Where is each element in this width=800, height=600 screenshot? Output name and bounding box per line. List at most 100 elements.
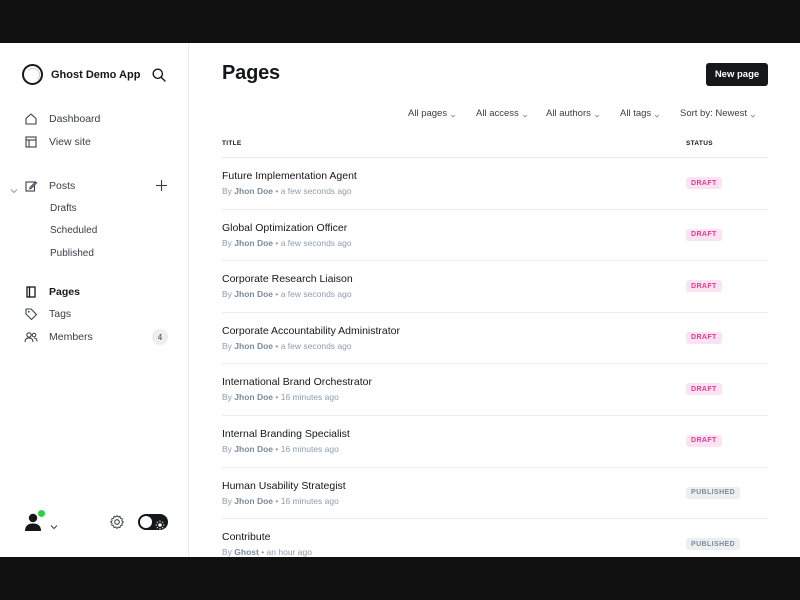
status-badge: DRAFT <box>686 383 722 396</box>
online-status-dot <box>38 510 45 517</box>
list-item[interactable]: Human Usability Strategist By Jhon Doe •… <box>222 466 768 519</box>
page-meta: By Jhon Doe • 16 minutes ago <box>222 443 339 454</box>
chevron-down-icon <box>522 111 528 118</box>
list-item[interactable]: Corporate Research Liaison By Jhon Doe •… <box>222 260 768 312</box>
page-meta: By Ghost • an hour ago <box>222 547 312 557</box>
tag-icon <box>24 307 38 321</box>
sidebar-item-label: Members <box>49 331 93 343</box>
theme-toggle[interactable] <box>138 514 168 530</box>
list-item[interactable]: Contribute By Ghost • an hour ago PUBLIS… <box>222 518 768 557</box>
filter-label: All tags <box>620 108 652 119</box>
sidebar-item-pages[interactable]: Pages <box>24 284 80 300</box>
status-badge: DRAFT <box>686 331 722 344</box>
timestamp: 16 minutes ago <box>280 392 339 403</box>
filter-bar: All pages All access All authors All tag… <box>189 108 800 120</box>
status-badge: DRAFT <box>686 280 722 293</box>
author-name: Jhon Doe <box>234 392 274 403</box>
status-badge: DRAFT <box>686 228 722 241</box>
timestamp: 16 minutes ago <box>280 443 339 454</box>
filter-authors[interactable]: All authors <box>546 108 600 119</box>
list-item[interactable]: Global Optimization Officer By Jhon Doe … <box>222 208 768 261</box>
sun-icon <box>155 517 165 530</box>
timestamp: a few seconds ago <box>280 186 352 196</box>
filter-label: Sort by: Newest <box>680 108 748 119</box>
timestamp: 16 minutes ago <box>280 495 339 506</box>
page-title-link[interactable]: Contribute <box>222 531 270 543</box>
filter-tags[interactable]: All tags <box>620 108 660 119</box>
chevron-down-icon[interactable] <box>50 518 58 530</box>
members-icon <box>24 330 38 344</box>
chevron-down-icon <box>750 111 756 118</box>
author-name: Jhon Doe <box>234 495 274 506</box>
sidebar-item-label: Posts <box>49 180 76 192</box>
page-meta: By Jhon Doe • 16 minutes ago <box>222 392 339 403</box>
page-icon <box>24 285 38 299</box>
timestamp: a few seconds ago <box>280 340 352 351</box>
timestamp: a few seconds ago <box>280 289 352 300</box>
chevron-down-icon <box>654 111 660 118</box>
plus-icon[interactable] <box>155 179 168 192</box>
main-content: Pages New page All pages All access All … <box>189 43 800 557</box>
sidebar-item-view-site[interactable]: View site <box>24 134 91 150</box>
sidebar-item-label: Dashboard <box>49 113 101 125</box>
gear-icon[interactable] <box>109 514 125 530</box>
page-meta: By Jhon Doe • a few seconds ago <box>222 340 352 351</box>
sidebar-item-tags[interactable]: Tags <box>24 306 71 322</box>
filter-type[interactable]: All pages <box>408 108 456 119</box>
author-name: Jhon Doe <box>234 340 274 351</box>
letterbox-top <box>0 0 800 43</box>
search-icon[interactable] <box>151 67 167 83</box>
page-title-link[interactable]: Internal Branding Specialist <box>222 428 350 440</box>
new-page-button[interactable]: New page <box>706 63 768 86</box>
sidebar-item-published[interactable]: Published <box>50 248 94 259</box>
page-meta: By Jhon Doe • a few seconds ago <box>222 186 352 196</box>
chevron-down-icon <box>594 111 600 118</box>
site-name: Ghost Demo App <box>51 68 141 81</box>
page-title-link[interactable]: Global Optimization Officer <box>222 222 347 234</box>
status-badge: PUBLISHED <box>686 538 741 551</box>
author-name: Jhon Doe <box>234 186 274 196</box>
page-meta: By Jhon Doe • a few seconds ago <box>222 289 352 300</box>
author-name: Jhon Doe <box>234 289 274 300</box>
page-title-link[interactable]: Corporate Research Liaison <box>222 273 353 285</box>
sidebar-item-members[interactable]: Members <box>24 329 93 345</box>
layout-icon <box>24 135 38 149</box>
brand[interactable]: Ghost Demo App <box>22 64 140 85</box>
list-item[interactable]: Future Implementation Agent By Jhon Doe … <box>222 157 768 209</box>
chevron-down-icon[interactable] <box>10 182 18 194</box>
filter-label: All pages <box>408 108 448 119</box>
pages-list: Future Implementation Agent By Jhon Doe … <box>222 157 768 557</box>
ghost-admin: Ghost Demo App Dashboard View site Posts <box>0 43 800 557</box>
author-name: Jhon Doe <box>234 443 274 454</box>
sidebar-item-dashboard[interactable]: Dashboard <box>24 111 100 127</box>
page-title-link[interactable]: International Brand Orchestrator <box>222 376 372 388</box>
filter-label: All authors <box>546 108 591 119</box>
column-header-status: STATUS <box>686 140 713 147</box>
page-title-link[interactable]: Future Implementation Agent <box>222 170 357 182</box>
list-item[interactable]: Internal Branding Specialist By Jhon Doe… <box>222 414 768 467</box>
chevron-down-icon <box>450 111 456 118</box>
page-title: Pages <box>222 62 280 84</box>
page-title-link[interactable]: Corporate Accountability Administrator <box>222 325 400 337</box>
author-name: Ghost <box>234 547 259 557</box>
toggle-knob <box>140 516 152 528</box>
edit-icon <box>24 179 38 193</box>
sidebar-item-label: Pages <box>49 286 80 298</box>
sort-order[interactable]: Sort by: Newest <box>680 108 756 119</box>
filter-access[interactable]: All access <box>476 108 528 119</box>
list-item[interactable]: Corporate Accountability Administrator B… <box>222 311 768 364</box>
sidebar-item-label: Tags <box>49 308 72 320</box>
page-meta: By Jhon Doe • 16 minutes ago <box>222 495 339 506</box>
page-title-link[interactable]: Human Usability Strategist <box>222 480 346 492</box>
sidebar: Ghost Demo App Dashboard View site Posts <box>0 43 189 557</box>
timestamp: an hour ago <box>266 547 312 557</box>
sidebar-item-scheduled[interactable]: Scheduled <box>50 225 97 236</box>
timestamp: a few seconds ago <box>280 237 352 248</box>
page-meta: By Jhon Doe • a few seconds ago <box>222 237 352 248</box>
sidebar-item-posts[interactable]: Posts <box>24 178 75 194</box>
site-logo-icon <box>22 64 43 85</box>
list-item[interactable]: International Brand Orchestrator By Jhon… <box>222 363 768 415</box>
sidebar-item-drafts[interactable]: Drafts <box>50 203 77 214</box>
filter-label: All access <box>476 108 519 119</box>
letterbox-bottom <box>0 557 800 600</box>
